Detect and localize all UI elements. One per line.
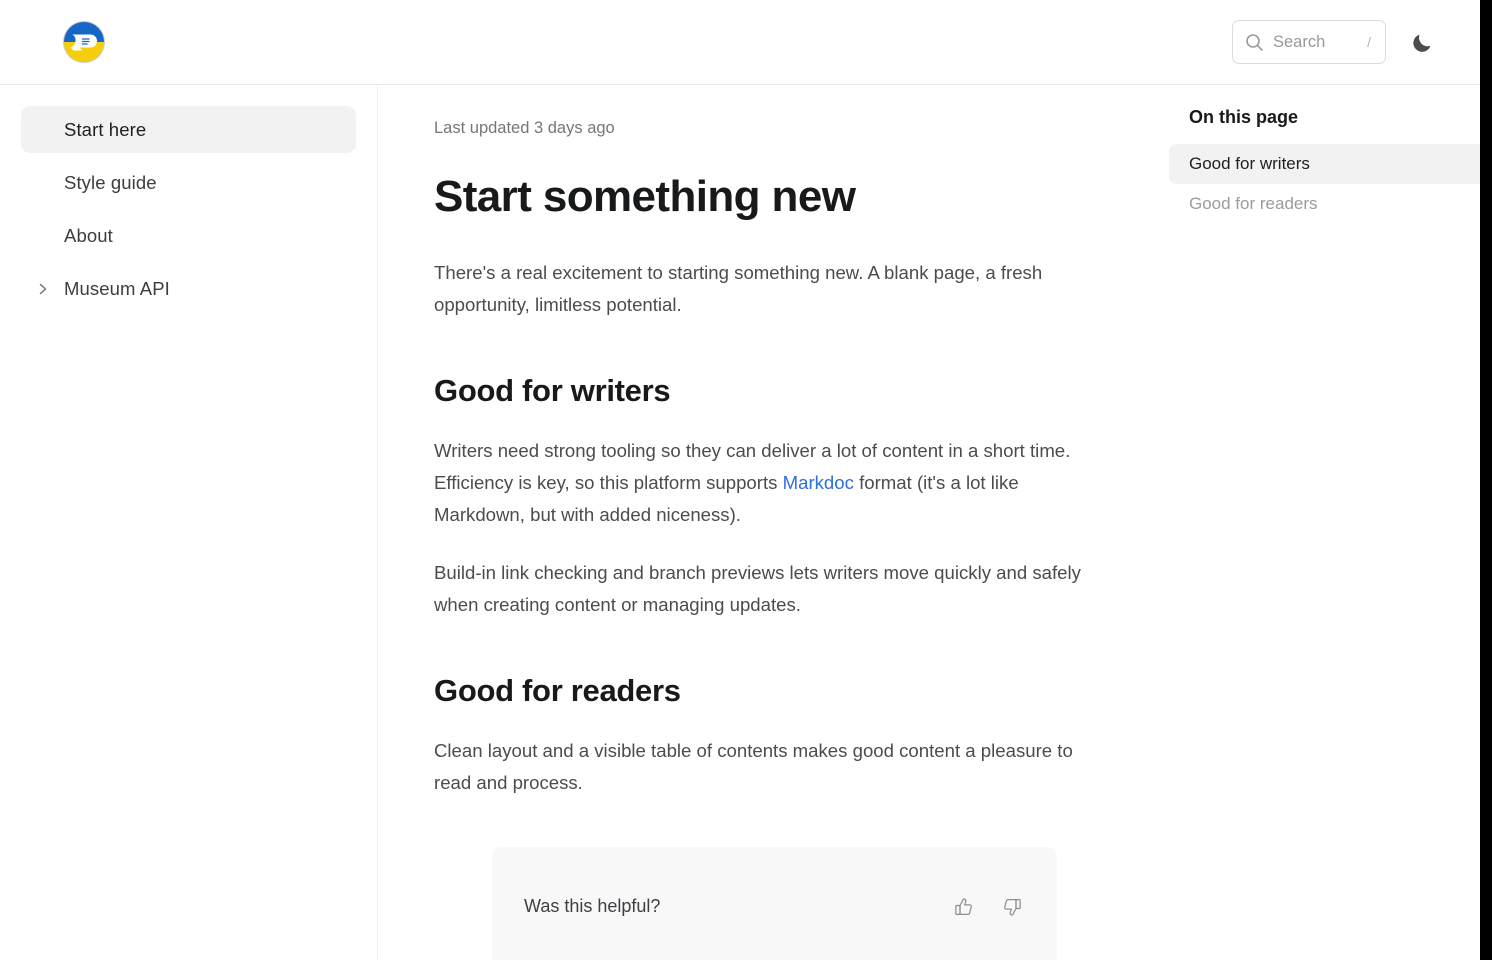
sidebar-nav: Start here Style guide About Museum API — [0, 85, 378, 960]
chevron-right-icon[interactable] — [36, 282, 50, 296]
docs-page: Search / Start here Style guide About Mu… — [0, 0, 1492, 960]
site-header: Search / — [0, 0, 1480, 85]
section-heading-good-for-readers: Good for readers — [434, 672, 681, 708]
feedback-card: Was this helpful? — [492, 846, 1057, 960]
moon-icon — [1413, 34, 1431, 52]
thumbs-up-button[interactable] — [951, 894, 977, 920]
search-icon — [1246, 33, 1263, 51]
sidebar-item-about[interactable]: About — [21, 212, 356, 259]
sidebar-item-museum-api[interactable]: Museum API — [21, 265, 356, 312]
toc-item-label: Good for readers — [1189, 194, 1318, 213]
toc-item-good-for-readers[interactable]: Good for readers — [1169, 184, 1480, 224]
table-of-contents: On this page Good for writers Good for r… — [1169, 85, 1480, 960]
toc-item-good-for-writers[interactable]: Good for writers — [1169, 144, 1480, 184]
writers-paragraph-2: Build-in link checking and branch previe… — [434, 561, 1081, 615]
thumbs-down-icon — [1004, 898, 1021, 916]
markdoc-link[interactable]: Markdoc — [783, 472, 854, 493]
page-title: Start something new — [434, 172, 856, 221]
docs-logo-icon — [63, 21, 105, 63]
header-actions: Search / — [1232, 20, 1438, 64]
main-content: Last updated 3 days ago Start something … — [379, 85, 1169, 960]
feedback-actions — [951, 894, 1025, 920]
writers-paragraph-1: Writers need strong tooling so they can … — [434, 435, 1099, 531]
sidebar-item-label: Style guide — [64, 171, 157, 193]
search-placeholder: Search — [1273, 32, 1326, 51]
readers-paragraph-1: Clean layout and a visible table of cont… — [434, 739, 1073, 793]
search-input[interactable]: Search / — [1232, 20, 1386, 64]
sidebar-item-start-here[interactable]: Start here — [21, 106, 356, 153]
sidebar-item-label: Start here — [64, 118, 147, 140]
sidebar-item-style-guide[interactable]: Style guide — [21, 159, 356, 206]
docs-logo[interactable] — [62, 20, 106, 64]
thumbs-up-icon — [955, 898, 972, 915]
section-heading-good-for-writers: Good for writers — [434, 373, 671, 409]
thumbs-down-button[interactable] — [999, 894, 1025, 920]
intro-paragraph: There's a real excitement to starting so… — [434, 262, 1043, 316]
dark-mode-toggle[interactable] — [1408, 27, 1438, 57]
toc-title: On this page — [1189, 107, 1299, 127]
toc-item-label: Good for writers — [1189, 154, 1310, 173]
search-shortcut-hint: / — [1367, 34, 1371, 50]
sidebar-item-label: About — [64, 224, 113, 246]
viewport-right-edge — [1480, 0, 1492, 960]
feedback-question: Was this helpful? — [524, 896, 661, 917]
last-updated-text: Last updated 3 days ago — [434, 119, 615, 137]
